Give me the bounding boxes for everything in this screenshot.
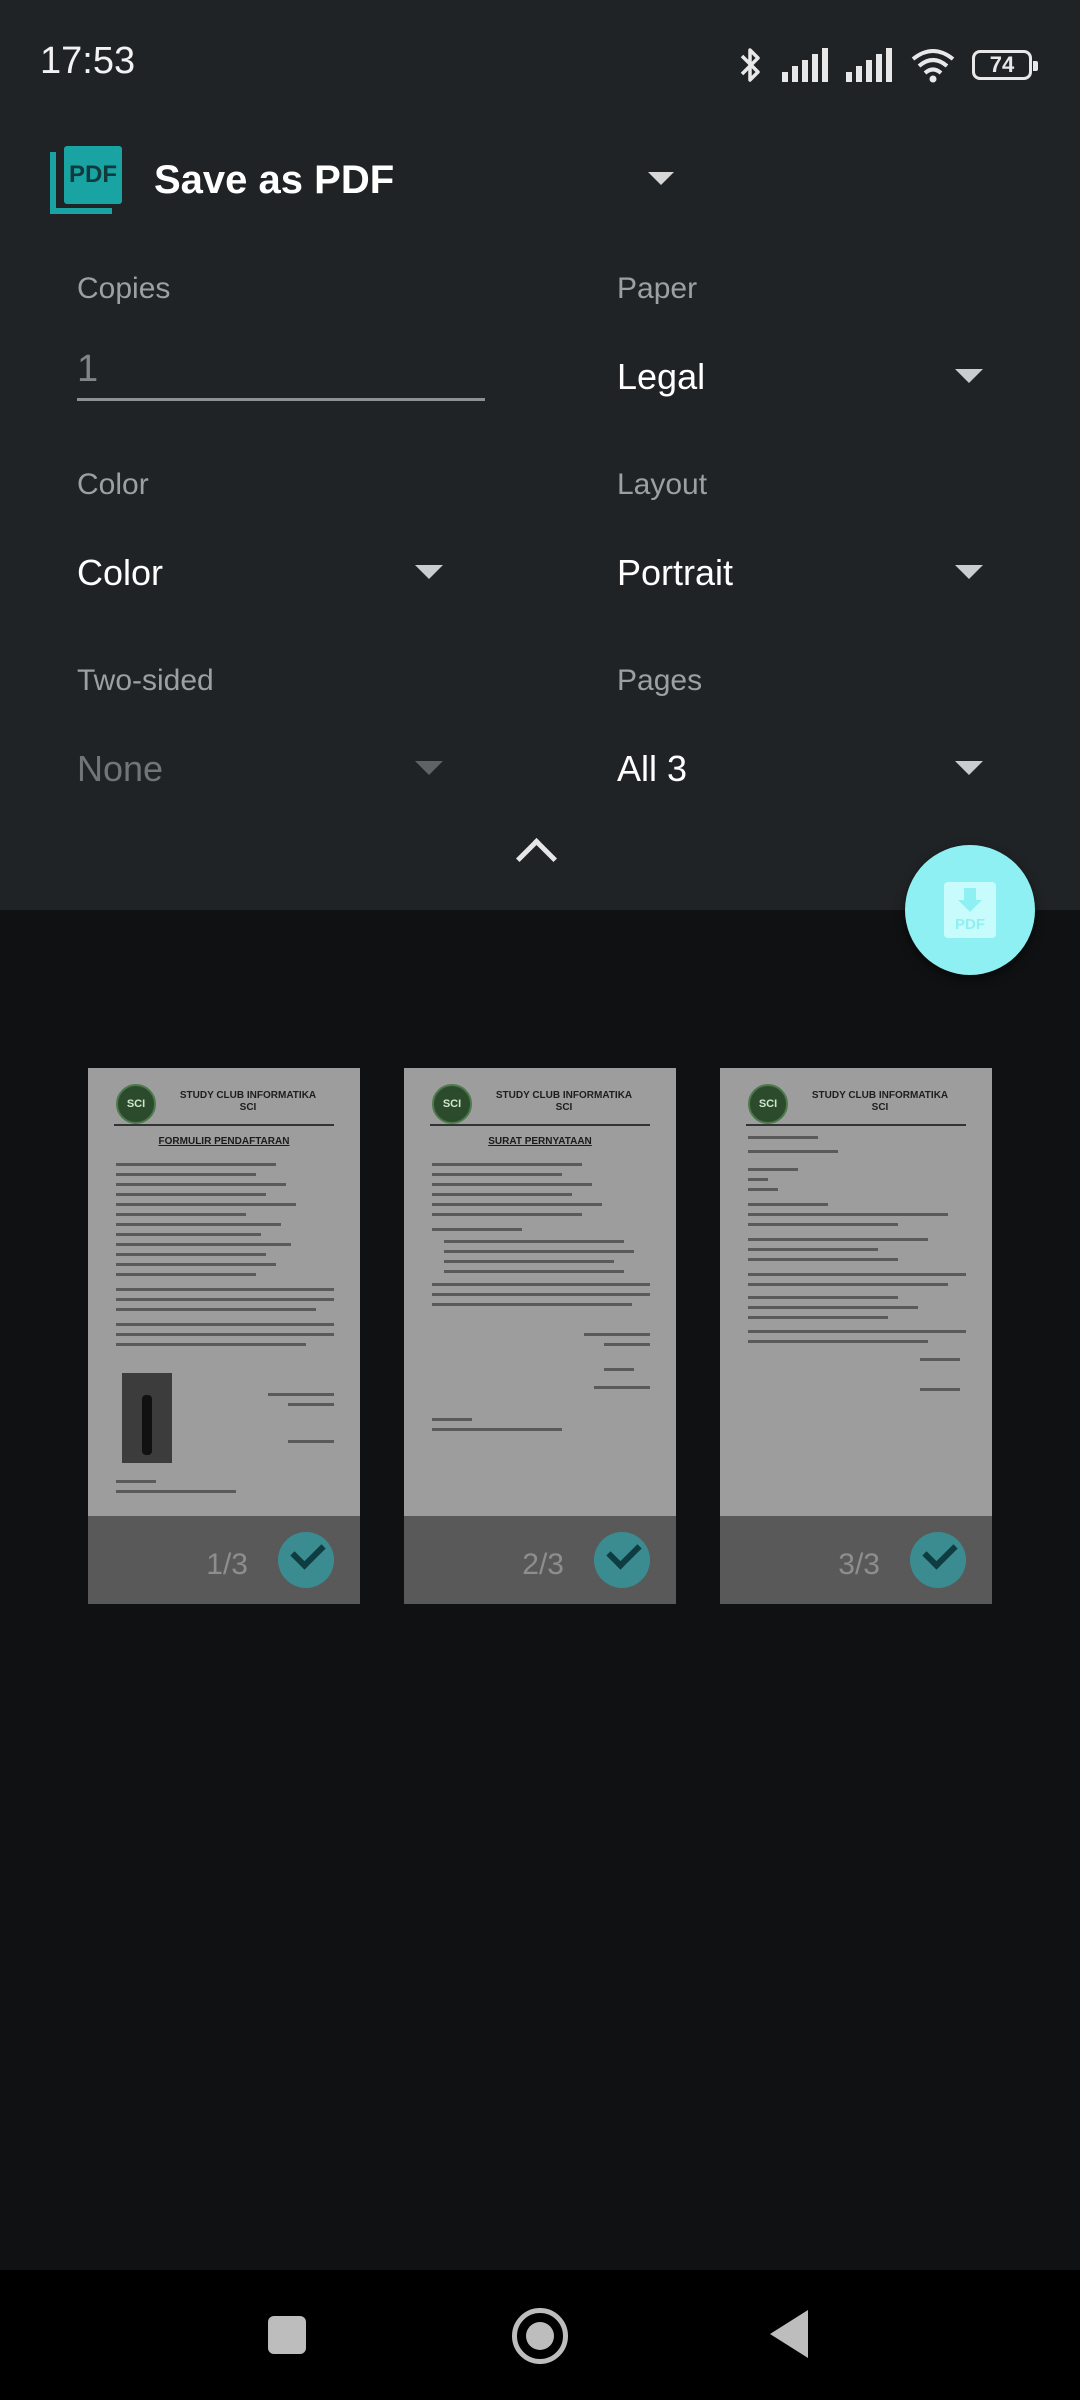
page-number: 2/3 [522, 1548, 564, 1581]
check-icon[interactable] [278, 1532, 334, 1588]
chevron-down-icon[interactable] [955, 369, 983, 383]
page-preview-2[interactable]: SCI STUDY CLUB INFORMATIKA SCI SURAT PERN… [404, 1068, 676, 1604]
download-pdf-button[interactable]: PDF [905, 845, 1035, 975]
signal-icon [846, 48, 892, 82]
fab-label: PDF [955, 916, 985, 933]
pdf-icon: PDF [48, 142, 124, 218]
wifi-icon [911, 49, 955, 83]
color-label: Color [77, 468, 149, 501]
back-icon[interactable] [770, 2310, 808, 2358]
battery-icon: 74 [972, 50, 1038, 80]
page-preview-3[interactable]: SCI STUDY CLUB INFORMATIKA SCI 3/3 [720, 1068, 992, 1604]
sci-logo: SCI [116, 1084, 156, 1124]
sci-logo: SCI [432, 1084, 472, 1124]
page-number: 3/3 [838, 1548, 880, 1581]
bluetooth-icon [740, 48, 760, 82]
doc-heading: FORMULIR PENDAFTARAN [158, 1136, 290, 1147]
status-bar: 17:53 74 [0, 0, 1080, 130]
status-icons: 74 [736, 42, 1038, 88]
two-sided-select: None [77, 748, 164, 789]
recents-icon[interactable] [268, 2316, 306, 2354]
doc-heading: SURAT PERNYATAAN [488, 1136, 592, 1147]
applicant-photo [122, 1373, 172, 1463]
pages-label: Pages [617, 664, 703, 697]
copies-input[interactable] [77, 340, 485, 401]
chevron-down-icon[interactable] [648, 172, 674, 185]
paper-label: Paper [617, 272, 698, 305]
doc-org-name: STUDY CLUB INFORMATIKA SCI [811, 1090, 949, 1113]
chevron-down-icon[interactable] [415, 565, 443, 579]
color-select[interactable]: Color [77, 552, 163, 594]
page-thumbnail: SCI STUDY CLUB INFORMATIKA SCI SURAT PERN… [404, 1068, 676, 1516]
printer-selector[interactable]: PDF Save as PDF [48, 140, 688, 220]
doc-org-name: STUDY CLUB INFORMATIKA SCI [495, 1090, 633, 1113]
pages-select[interactable]: All 3 [617, 748, 687, 790]
chevron-down-icon[interactable] [955, 761, 983, 775]
page-thumbnail: SCI STUDY CLUB INFORMATIKA SCI [720, 1068, 992, 1516]
chevron-down-icon [415, 761, 443, 775]
chevron-down-icon[interactable] [955, 565, 983, 579]
home-icon[interactable] [512, 2308, 568, 2364]
page-thumbnail: SCI STUDY CLUB INFORMATIKA SCI FORMULIR P… [88, 1068, 360, 1516]
sci-logo: SCI [748, 1084, 788, 1124]
doc-org-name: STUDY CLUB INFORMATIKA SCI [179, 1090, 317, 1113]
two-sided-label: Two-sided [77, 664, 214, 697]
status-time: 17:53 [40, 40, 136, 82]
layout-label: Layout [617, 468, 708, 501]
copies-label: Copies [77, 272, 171, 305]
page-preview-1[interactable]: SCI STUDY CLUB INFORMATIKA SCI FORMULIR P… [88, 1068, 360, 1604]
printer-name: Save as PDF [154, 157, 395, 202]
check-icon[interactable] [910, 1532, 966, 1588]
layout-select[interactable]: Portrait [617, 552, 733, 594]
battery-level: 74 [989, 52, 1015, 77]
download-pdf-icon: PDF [944, 882, 996, 938]
signal-icon [782, 48, 828, 82]
paper-select[interactable]: Legal [617, 356, 705, 398]
page-number: 1/3 [206, 1548, 248, 1581]
check-icon[interactable] [594, 1532, 650, 1588]
